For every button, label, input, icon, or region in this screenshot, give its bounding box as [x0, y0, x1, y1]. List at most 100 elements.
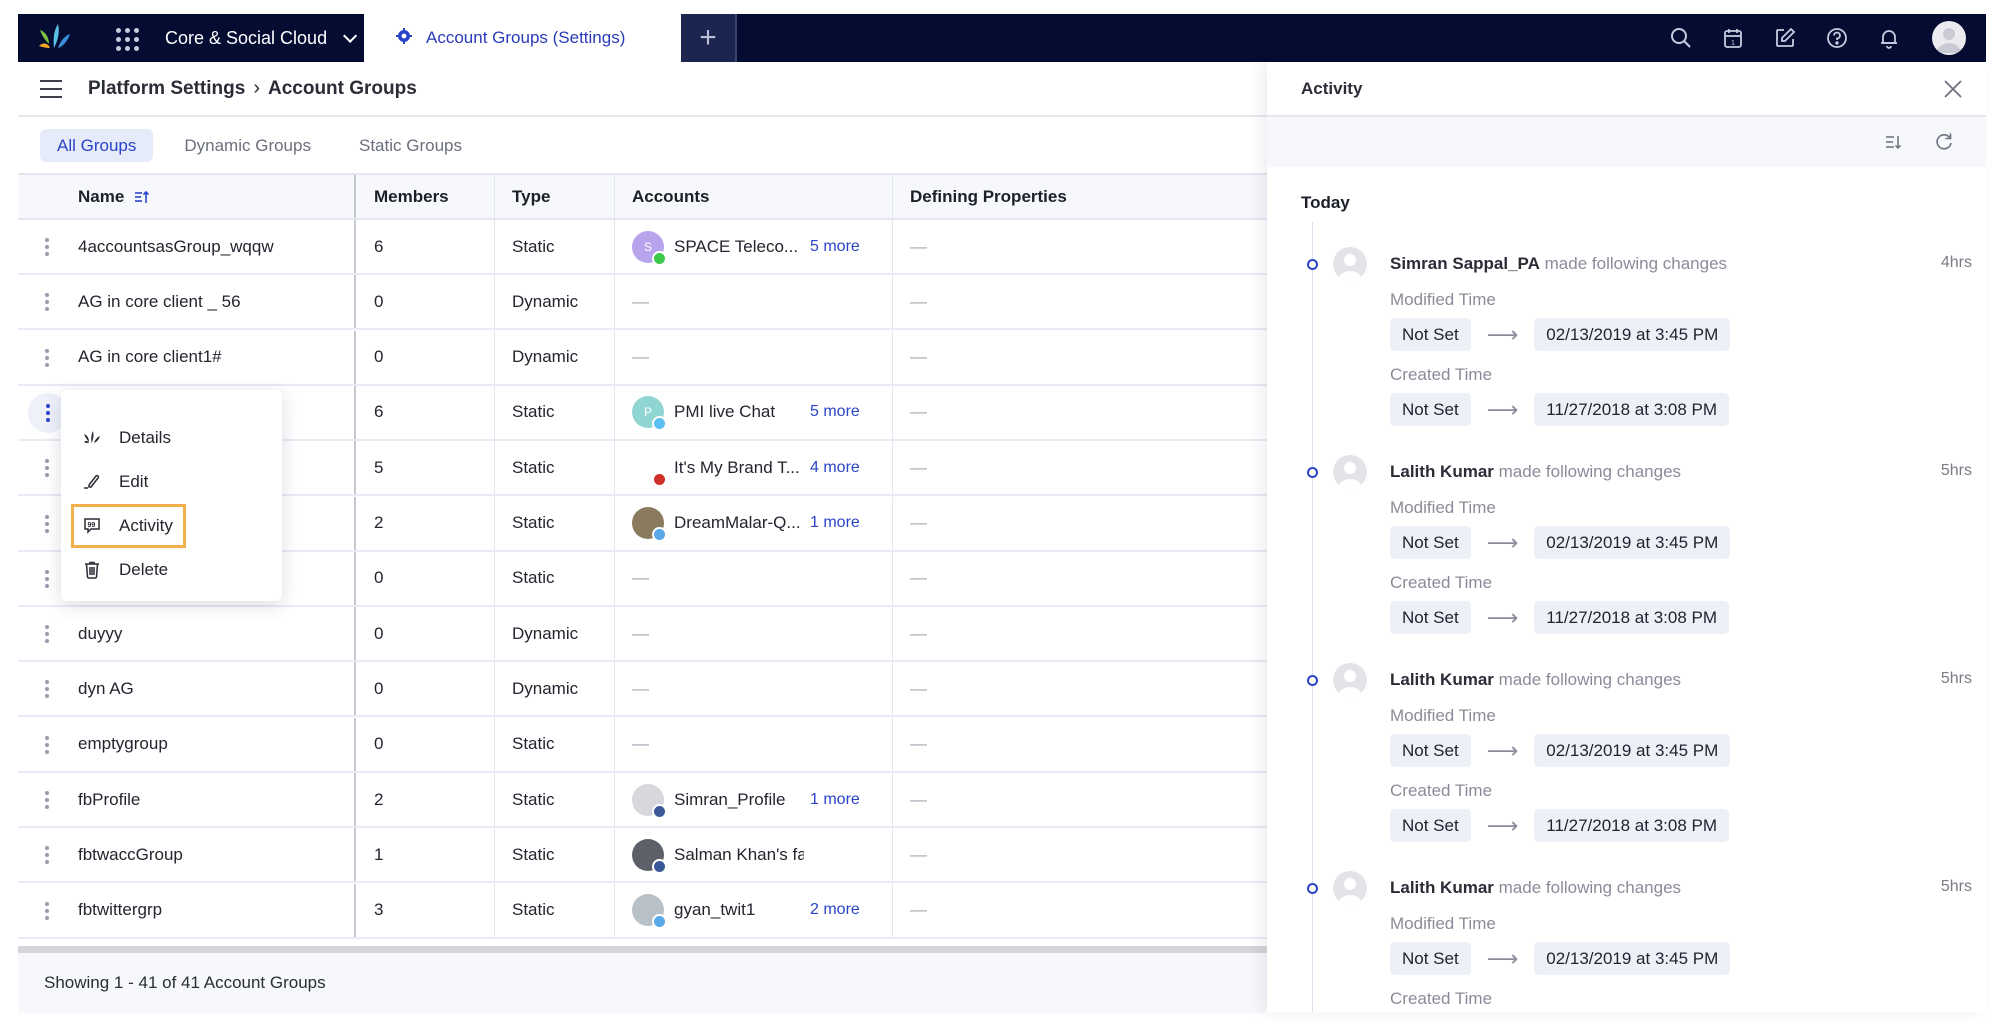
old-value: Not Set — [1390, 601, 1471, 634]
table-row[interactable]: emptygroup 0 Static — — — [18, 717, 1267, 773]
column-header-name[interactable]: Name — [78, 175, 150, 218]
account-avatar — [632, 783, 667, 819]
horizontal-scrollbar[interactable] — [18, 946, 1267, 953]
changed-field-label: Modified Time — [1390, 706, 1496, 725]
table-row[interactable]: fbProfile 2 Static Simran_Profile 1 more … — [18, 773, 1267, 828]
row-menu-button[interactable] — [34, 676, 60, 702]
row-menu-button[interactable] — [34, 455, 60, 481]
old-value: Not Set — [1390, 526, 1471, 559]
help-icon[interactable] — [1824, 25, 1850, 51]
member-count: 6 — [354, 220, 494, 273]
more-accounts-link[interactable]: 5 more — [810, 238, 860, 256]
new-value: 02/13/2019 at 3:45 PM — [1534, 526, 1731, 559]
table-row[interactable]: duyyy 0 Dynamic — — — [18, 607, 1267, 663]
group-name[interactable]: dyn AG — [78, 662, 134, 715]
column-header-type[interactable]: Type — [494, 175, 632, 218]
close-icon[interactable] — [1940, 76, 1966, 102]
account-avatar — [632, 451, 667, 487]
group-accounts: Salman Khan's fans — [614, 828, 892, 882]
group-name[interactable]: 4accountsasGroup_wqqw — [78, 220, 274, 273]
app-switcher-icon[interactable] — [114, 26, 139, 51]
group-name[interactable]: AG in core client1# — [78, 331, 222, 384]
group-type: Static — [494, 773, 632, 826]
menu-item-details[interactable]: Details — [61, 416, 282, 460]
empty-value: — — [910, 678, 927, 698]
group-name[interactable]: fbtwittergrp — [78, 884, 162, 937]
calendar-icon[interactable]: 1 — [1720, 25, 1746, 51]
new-value: 02/13/2019 at 3:45 PM — [1534, 734, 1731, 767]
activity-user[interactable]: Simran Sappal_PA — [1390, 254, 1540, 273]
more-accounts-link[interactable]: 5 more — [810, 403, 860, 421]
sort-ascending-icon[interactable] — [134, 190, 150, 204]
column-header-accounts[interactable]: Accounts — [614, 175, 892, 218]
table-row[interactable]: dyn AG 0 Dynamic — — — [18, 662, 1267, 718]
table-row[interactable]: 4accountsasGroup_wqqw 6 Static S SPACE T… — [18, 220, 1267, 275]
activity-user[interactable]: Lalith Kumar — [1390, 670, 1494, 689]
group-name[interactable]: AG in core client _ 56 — [78, 275, 241, 328]
more-accounts-link[interactable]: 4 more — [810, 459, 860, 477]
chat-icon — [652, 250, 667, 266]
row-menu-button[interactable] — [34, 289, 60, 315]
breadcrumb-parent[interactable]: Platform Settings — [88, 78, 245, 100]
empty-value: — — [910, 734, 927, 754]
bell-icon[interactable] — [1876, 25, 1902, 51]
changed-field-label: Modified Time — [1390, 498, 1496, 517]
refresh-icon[interactable] — [1932, 130, 1956, 154]
facebook-icon — [652, 803, 667, 819]
activity-time: 5hrs — [1940, 878, 1972, 895]
sprinklr-logo-icon[interactable] — [36, 22, 76, 54]
search-icon[interactable] — [1668, 25, 1694, 51]
activity-user[interactable]: Lalith Kumar — [1390, 878, 1494, 897]
column-header-members[interactable]: Members — [354, 175, 494, 218]
row-menu-button[interactable] — [34, 621, 60, 647]
table-row[interactable]: fbtwittergrp 3 Static gyan_twit1 2 more — — [18, 883, 1267, 939]
account-name: PMI live Chat — [674, 402, 776, 422]
group-name[interactable]: emptygroup — [78, 718, 168, 771]
row-menu-button[interactable] — [34, 787, 60, 813]
compose-icon[interactable] — [1772, 25, 1798, 51]
tab-all-groups[interactable]: All Groups — [40, 129, 154, 162]
menu-item-edit[interactable]: Edit — [61, 460, 282, 504]
group-name[interactable]: fbtwaccGroup — [78, 828, 183, 881]
defining-properties: — — [892, 662, 1267, 716]
more-accounts-link[interactable]: 1 more — [810, 514, 860, 532]
menu-item-delete[interactable]: Delete — [61, 548, 282, 592]
defining-properties: — — [892, 828, 1267, 882]
row-menu-button[interactable] — [34, 842, 60, 868]
defining-properties: — — [892, 275, 1267, 329]
column-header-defining-properties[interactable]: Defining Properties — [892, 175, 1267, 218]
youtube-icon — [652, 471, 667, 487]
row-menu-button[interactable] — [34, 345, 60, 371]
menu-item-activity[interactable]: 99 Activity — [71, 504, 186, 548]
arrow-right-icon: ⟶ — [1486, 321, 1519, 347]
row-menu-button[interactable] — [34, 732, 60, 758]
user-avatar[interactable] — [1932, 21, 1966, 55]
row-menu-button[interactable] — [34, 898, 60, 924]
table-row[interactable]: fbtwaccGroup 1 Static Salman Khan's fans… — [18, 828, 1267, 884]
activity-user[interactable]: Lalith Kumar — [1390, 462, 1494, 481]
group-name[interactable]: duyyy — [78, 607, 122, 660]
tab-static-groups[interactable]: Static Groups — [342, 129, 479, 162]
new-tab-button[interactable]: + — [681, 14, 737, 62]
account-name: Salman Khan's fans — [674, 844, 804, 864]
hamburger-menu-icon[interactable] — [40, 79, 62, 98]
group-name[interactable]: fbProfile — [78, 773, 140, 826]
row-menu-button[interactable] — [34, 234, 60, 260]
row-menu-button[interactable] — [34, 566, 60, 592]
product-switcher[interactable]: Core & Social Cloud — [165, 14, 358, 62]
avatar-initial: S — [643, 239, 652, 254]
table-row[interactable]: AG in core client1# 0 Dynamic — — — [18, 330, 1267, 386]
tab-dynamic-groups[interactable]: Dynamic Groups — [167, 129, 328, 162]
row-menu-button[interactable] — [34, 511, 60, 537]
table-footer: Showing 1 - 41 of 41 Account Groups — [18, 953, 1267, 1013]
group-type: Static — [494, 441, 632, 495]
sort-descending-icon[interactable] — [1882, 130, 1906, 154]
more-accounts-link[interactable]: 2 more — [810, 901, 860, 919]
arrow-right-icon: ⟶ — [1486, 737, 1519, 763]
defining-properties: — — [892, 883, 1267, 937]
table-row[interactable]: AG in core client _ 56 0 Dynamic — — — [18, 275, 1267, 331]
more-accounts-link[interactable]: 1 more — [810, 791, 860, 809]
tab-account-groups[interactable]: Account Groups (Settings) — [364, 14, 681, 62]
group-type: Static — [494, 496, 632, 550]
group-accounts: — — [614, 717, 892, 771]
